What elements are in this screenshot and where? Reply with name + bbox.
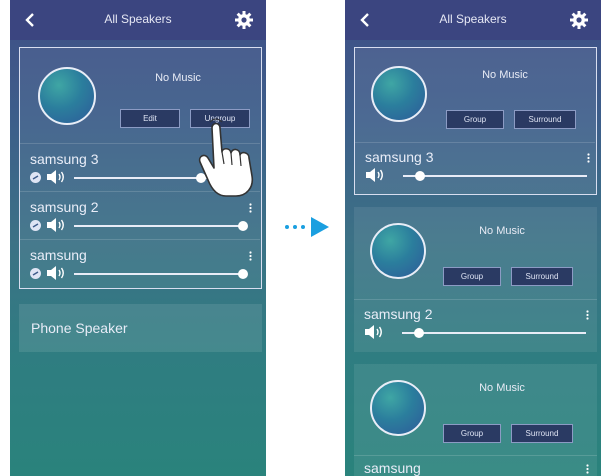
volume-icon[interactable]: [364, 325, 384, 339]
volume-icon[interactable]: [46, 266, 66, 280]
divider: [354, 455, 597, 456]
phone-screen-before: All Speakers No Music Edit Ungroup samsu…: [10, 0, 266, 476]
divider: [354, 299, 597, 300]
speaker-name: samsung: [30, 247, 87, 263]
group-button[interactable]: Group: [443, 267, 501, 286]
speaker-row[interactable]: samsung: [30, 247, 252, 283]
speaker-name: samsung: [364, 460, 421, 476]
volume-slider-track[interactable]: [402, 332, 586, 334]
phone-speaker-item[interactable]: Phone Speaker: [19, 304, 262, 352]
speaker-name: samsung 2: [364, 306, 433, 322]
surround-button[interactable]: Surround: [511, 424, 573, 443]
volume-slider-track[interactable]: [403, 175, 587, 177]
more-options-icon[interactable]: [586, 464, 589, 474]
more-options-icon[interactable]: [586, 310, 589, 320]
now-playing-label: No Music: [479, 225, 525, 237]
volume-icon[interactable]: [46, 170, 66, 184]
volume-slider-handle[interactable]: [238, 269, 248, 279]
link-icon: [30, 268, 41, 279]
now-playing-label: No Music: [155, 72, 201, 84]
settings-gear-icon[interactable]: [569, 10, 589, 30]
link-icon: [30, 172, 41, 183]
album-art: [370, 223, 426, 279]
link-icon: [30, 220, 41, 231]
divider: [355, 142, 595, 143]
surround-button[interactable]: Surround: [511, 267, 573, 286]
group-button[interactable]: Group: [446, 110, 504, 129]
edit-button[interactable]: Edit: [120, 109, 180, 128]
divider: [20, 239, 260, 240]
app-header: All Speakers: [10, 0, 266, 40]
now-playing-label: No Music: [479, 382, 525, 394]
album-art: [38, 67, 96, 125]
speaker-name: samsung 3: [30, 151, 99, 167]
volume-slider-track[interactable]: [74, 225, 246, 227]
volume-icon[interactable]: [46, 218, 66, 232]
tap-hand-icon: [198, 118, 254, 197]
speaker-row[interactable]: samsung 2: [30, 199, 252, 235]
surround-button[interactable]: Surround: [514, 110, 576, 129]
volume-slider-handle[interactable]: [414, 328, 424, 338]
speaker-card: No Music Group Surround samsung: [354, 364, 597, 476]
speaker-name: samsung 2: [30, 199, 99, 215]
more-options-icon[interactable]: [249, 251, 252, 261]
album-art: [371, 66, 427, 122]
settings-gear-icon[interactable]: [234, 10, 254, 30]
more-options-icon[interactable]: [249, 203, 252, 213]
speaker-row[interactable]: samsung: [364, 460, 589, 476]
group-button[interactable]: Group: [443, 424, 501, 443]
album-art: [370, 380, 426, 436]
app-header: All Speakers: [345, 0, 601, 40]
volume-slider-handle[interactable]: [238, 221, 248, 231]
speaker-row[interactable]: samsung 2: [364, 306, 589, 342]
speaker-card: No Music Group Surround samsung 3: [354, 47, 597, 195]
volume-slider-track[interactable]: [74, 273, 246, 275]
phone-speaker-label: Phone Speaker: [31, 320, 128, 336]
speaker-card: No Music Group Surround samsung 2: [354, 207, 597, 352]
phone-screen-after: All Speakers No Music Group Surround sam…: [345, 0, 601, 476]
speaker-name: samsung 3: [365, 149, 434, 165]
page-title: All Speakers: [104, 12, 172, 26]
volume-slider-handle[interactable]: [415, 171, 425, 181]
more-options-icon[interactable]: [587, 153, 590, 163]
page-title: All Speakers: [439, 12, 507, 26]
speaker-row[interactable]: samsung 3: [365, 149, 590, 185]
volume-icon[interactable]: [365, 168, 385, 182]
transition-arrow-icon: [285, 217, 329, 237]
now-playing-label: No Music: [482, 69, 528, 81]
